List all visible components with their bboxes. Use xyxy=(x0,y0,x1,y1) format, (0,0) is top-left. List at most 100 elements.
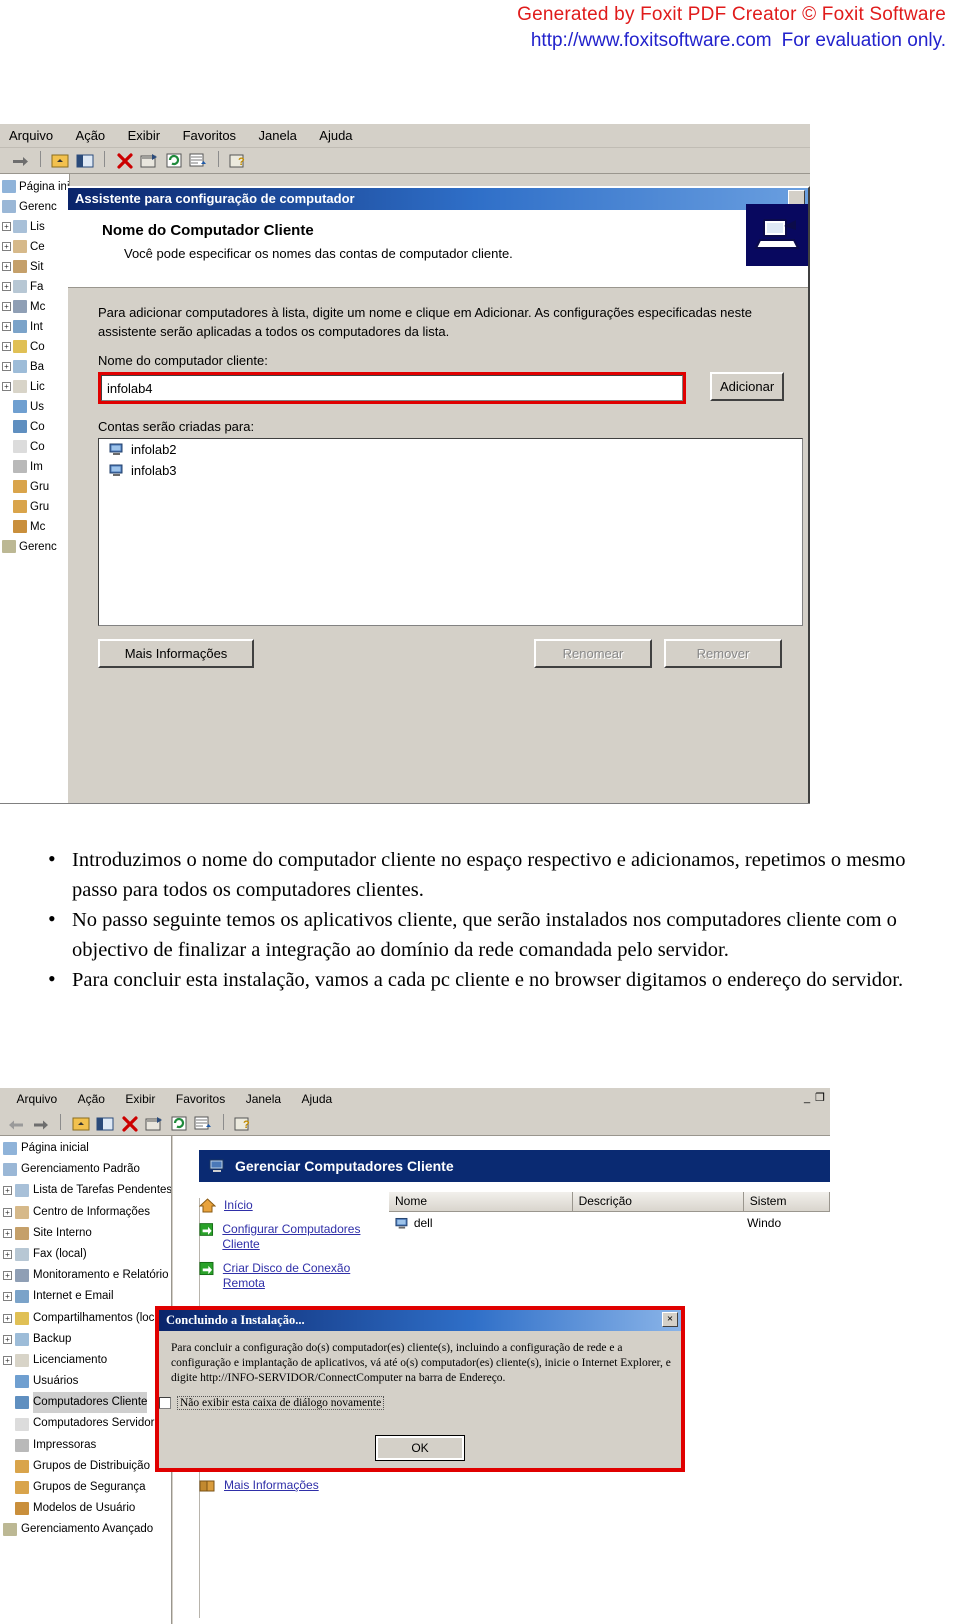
tree-item[interactable]: Gerenc xyxy=(0,537,69,557)
export-list-icon-2[interactable] xyxy=(193,1114,213,1133)
sidebar-item-backup[interactable]: + Backup xyxy=(0,1329,171,1350)
console-tree-2[interactable]: Página inicial Gerenciamento Padrão + Lista… xyxy=(0,1136,172,1624)
ok-button[interactable]: OK xyxy=(375,1435,465,1461)
expand-icon[interactable]: + xyxy=(3,1313,12,1323)
sidebar-item-computadores-servidor[interactable]: Computadores Servidor xyxy=(0,1413,171,1434)
menu-ajuda[interactable]: Ajuda xyxy=(310,124,361,146)
sidebar-item-internet-e-email[interactable]: + Internet e Email xyxy=(0,1286,171,1307)
back-arrow-icon[interactable] xyxy=(6,1114,26,1133)
menu-arquivo[interactable]: Arquivo xyxy=(0,124,62,146)
sidebar-item-licenciamento[interactable]: + Licenciamento xyxy=(0,1350,171,1371)
sidebar-item-gerenciamento-padr-o[interactable]: Gerenciamento Padrão xyxy=(0,1159,171,1180)
dont-show-again-checkbox[interactable] xyxy=(159,1397,171,1409)
expand-icon[interactable]: + xyxy=(2,242,11,252)
sidebar-item-usu-rios[interactable]: Usuários xyxy=(0,1371,171,1392)
up-folder-icon-2[interactable] xyxy=(71,1114,91,1133)
export-list-icon[interactable] xyxy=(188,151,208,170)
show-hide-tree-icon-2[interactable] xyxy=(95,1114,115,1133)
expand-icon[interactable]: + xyxy=(3,1186,12,1196)
expand-icon[interactable]: + xyxy=(2,262,11,272)
tree-item[interactable]: + Lic xyxy=(0,377,69,397)
tree-item[interactable]: + Sit xyxy=(0,257,69,277)
menu-acao-2[interactable]: Ação xyxy=(70,1088,113,1108)
forward-arrow-icon[interactable] xyxy=(10,151,30,170)
column-header-nome[interactable]: Nome xyxy=(389,1192,573,1211)
sidebar-item-p-gina-inicial[interactable]: Página inicial xyxy=(0,1138,171,1159)
table-row[interactable]: dell Windo xyxy=(389,1212,830,1234)
tree-item[interactable]: + Int xyxy=(0,317,69,337)
menu-acao[interactable]: Ação xyxy=(67,124,115,146)
show-hide-tree-icon[interactable] xyxy=(75,151,95,170)
menu-janela-2[interactable]: Janela xyxy=(238,1088,289,1108)
task-item[interactable]: Mais Informações xyxy=(199,1478,384,1493)
delete-x-icon-2[interactable] xyxy=(120,1114,140,1133)
list-item[interactable]: infolab3 xyxy=(99,460,802,481)
expand-icon[interactable]: + xyxy=(3,1271,12,1281)
up-folder-icon[interactable] xyxy=(50,151,70,170)
tree-item[interactable]: Co xyxy=(0,437,69,457)
dont-show-again-checkbox-row[interactable]: Não exibir esta caixa de diálogo novamen… xyxy=(159,1396,681,1410)
tree-item[interactable]: + Fa xyxy=(0,277,69,297)
tree-item[interactable]: Página inic xyxy=(0,177,69,197)
task-link-inicio[interactable]: Início xyxy=(224,1198,253,1213)
window-controls[interactable]: _ ❐ xyxy=(804,1091,826,1104)
menu-favoritos-2[interactable]: Favoritos xyxy=(168,1088,233,1108)
sidebar-item-gerenciamento-avan-ado[interactable]: Gerenciamento Avançado xyxy=(0,1519,171,1540)
delete-x-icon[interactable] xyxy=(115,151,135,170)
console-tree-1[interactable]: Página inic Gerenc + Lis + Ce + Sit + Fa + Mc… xyxy=(0,174,70,803)
menu-exibir[interactable]: Exibir xyxy=(119,124,170,146)
expand-icon[interactable]: + xyxy=(3,1292,12,1302)
tree-item[interactable]: + Ce xyxy=(0,237,69,257)
task-link-mais-informacoes[interactable]: Mais Informações xyxy=(224,1478,319,1493)
task-item[interactable]: Configurar Computadores Cliente xyxy=(199,1222,384,1252)
expand-icon[interactable]: + xyxy=(3,1250,12,1260)
task-link-criar-disco-conexao-remota[interactable]: Criar Disco de Conexão Remota xyxy=(223,1261,384,1291)
tree-item[interactable]: Gerenc xyxy=(0,197,69,217)
tree-item[interactable]: Mc xyxy=(0,517,69,537)
expand-icon[interactable]: + xyxy=(3,1355,12,1365)
properties-icon[interactable] xyxy=(139,151,159,170)
sidebar-item-computadores-cliente[interactable]: Computadores Cliente xyxy=(0,1392,171,1414)
expand-icon[interactable]: + xyxy=(2,222,11,232)
tree-item[interactable]: + Lis xyxy=(0,217,69,237)
task-link-configurar-computadores-cliente[interactable]: Configurar Computadores Cliente xyxy=(222,1222,384,1252)
refresh-page-icon[interactable] xyxy=(164,151,184,170)
column-header-descricao[interactable]: Descrição xyxy=(572,1192,744,1211)
tree-item[interactable]: Gru xyxy=(0,497,69,517)
close-icon[interactable]: × xyxy=(662,1312,678,1327)
expand-icon[interactable]: + xyxy=(3,1334,12,1344)
tree-item[interactable]: + Mc xyxy=(0,297,69,317)
client-name-input[interactable] xyxy=(101,375,683,401)
sidebar-item-lista-de-tarefas-pendentes[interactable]: + Lista de Tarefas Pendentes xyxy=(0,1180,171,1201)
tree-item[interactable]: Gru xyxy=(0,477,69,497)
sidebar-item-impressoras[interactable]: Impressoras xyxy=(0,1435,171,1456)
sidebar-item-grupos-de-seguran-a[interactable]: Grupos de Segurança xyxy=(0,1477,171,1498)
task-item[interactable]: Início xyxy=(199,1198,384,1213)
help-icon-2[interactable]: ? xyxy=(233,1114,253,1133)
sidebar-item-centro-de-informa-es[interactable]: + Centro de Informações xyxy=(0,1202,171,1223)
sidebar-item-modelos-de-usu-rio[interactable]: Modelos de Usuário xyxy=(0,1498,171,1519)
tree-item[interactable]: + Ba xyxy=(0,357,69,377)
properties-icon-2[interactable] xyxy=(144,1114,164,1133)
expand-icon[interactable]: + xyxy=(2,362,11,372)
sidebar-item-grupos-de-distribui-o[interactable]: Grupos de Distribuição xyxy=(0,1456,171,1477)
help-icon[interactable]: ? xyxy=(228,151,248,170)
expand-icon[interactable]: + xyxy=(3,1207,12,1217)
menu-favoritos[interactable]: Favoritos xyxy=(174,124,245,146)
refresh-page-icon-2[interactable] xyxy=(169,1114,189,1133)
tree-item[interactable]: Co xyxy=(0,417,69,437)
tree-item[interactable]: Im xyxy=(0,457,69,477)
menu-exibir-2[interactable]: Exibir xyxy=(117,1088,163,1108)
sidebar-item-monitoramento-e-relat-rio[interactable]: + Monitoramento e Relatório xyxy=(0,1265,171,1286)
expand-icon[interactable]: + xyxy=(2,322,11,332)
menu-ajuda-2[interactable]: Ajuda xyxy=(294,1088,341,1108)
accounts-listbox[interactable]: infolab2 infolab3 xyxy=(98,438,803,626)
sidebar-item-compartilhamentos-local[interactable]: + Compartilhamentos (local) xyxy=(0,1308,171,1329)
add-button[interactable]: Adicionar xyxy=(710,372,785,401)
list-item[interactable]: infolab2 xyxy=(99,439,802,460)
menu-janela[interactable]: Janela xyxy=(250,124,306,146)
tree-item[interactable]: Us xyxy=(0,397,69,417)
expand-icon[interactable]: + xyxy=(2,302,11,312)
task-item[interactable]: Criar Disco de Conexão Remota xyxy=(199,1261,384,1291)
sidebar-item-fax-local[interactable]: + Fax (local) xyxy=(0,1244,171,1265)
